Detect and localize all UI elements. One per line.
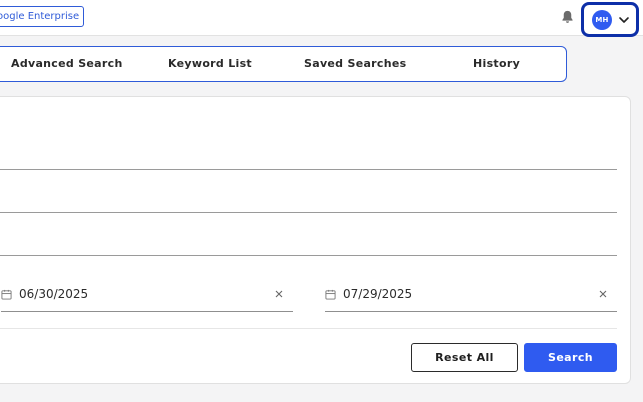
search-field-2-underline[interactable] <box>0 212 617 213</box>
search-field-1-underline[interactable] <box>0 169 617 170</box>
close-icon[interactable] <box>598 289 608 299</box>
search-tabs: Advanced Search Keyword List Saved Searc… <box>0 46 567 82</box>
search-button[interactable]: Search <box>524 343 617 372</box>
tab-saved-searches[interactable]: Saved Searches <box>304 47 406 81</box>
form-divider <box>0 328 617 329</box>
user-menu-button[interactable]: MH <box>581 2 639 37</box>
search-field-3-underline[interactable] <box>0 255 617 256</box>
tab-advanced-search[interactable]: Advanced Search <box>11 47 123 81</box>
end-date-field[interactable]: 07/29/2025 <box>325 277 617 312</box>
bell-icon[interactable] <box>560 9 575 25</box>
reset-all-button[interactable]: Reset All <box>411 343 518 372</box>
search-form-panel: 06/30/2025 07/29/2025 Reset All Search <box>0 96 631 384</box>
close-icon[interactable] <box>274 289 284 299</box>
end-date-value: 07/29/2025 <box>343 287 413 301</box>
start-date-value: 06/30/2025 <box>19 287 89 301</box>
tab-history[interactable]: History <box>473 47 520 81</box>
top-bar: oogle Enterprise MH <box>0 0 643 37</box>
calendar-icon <box>1 289 12 300</box>
avatar: MH <box>592 9 612 30</box>
organization-badge: oogle Enterprise <box>0 6 85 27</box>
tab-keyword-list[interactable]: Keyword List <box>168 47 252 81</box>
start-date-field[interactable]: 06/30/2025 <box>1 277 293 312</box>
chevron-down-icon <box>619 16 629 23</box>
calendar-icon <box>325 289 336 300</box>
